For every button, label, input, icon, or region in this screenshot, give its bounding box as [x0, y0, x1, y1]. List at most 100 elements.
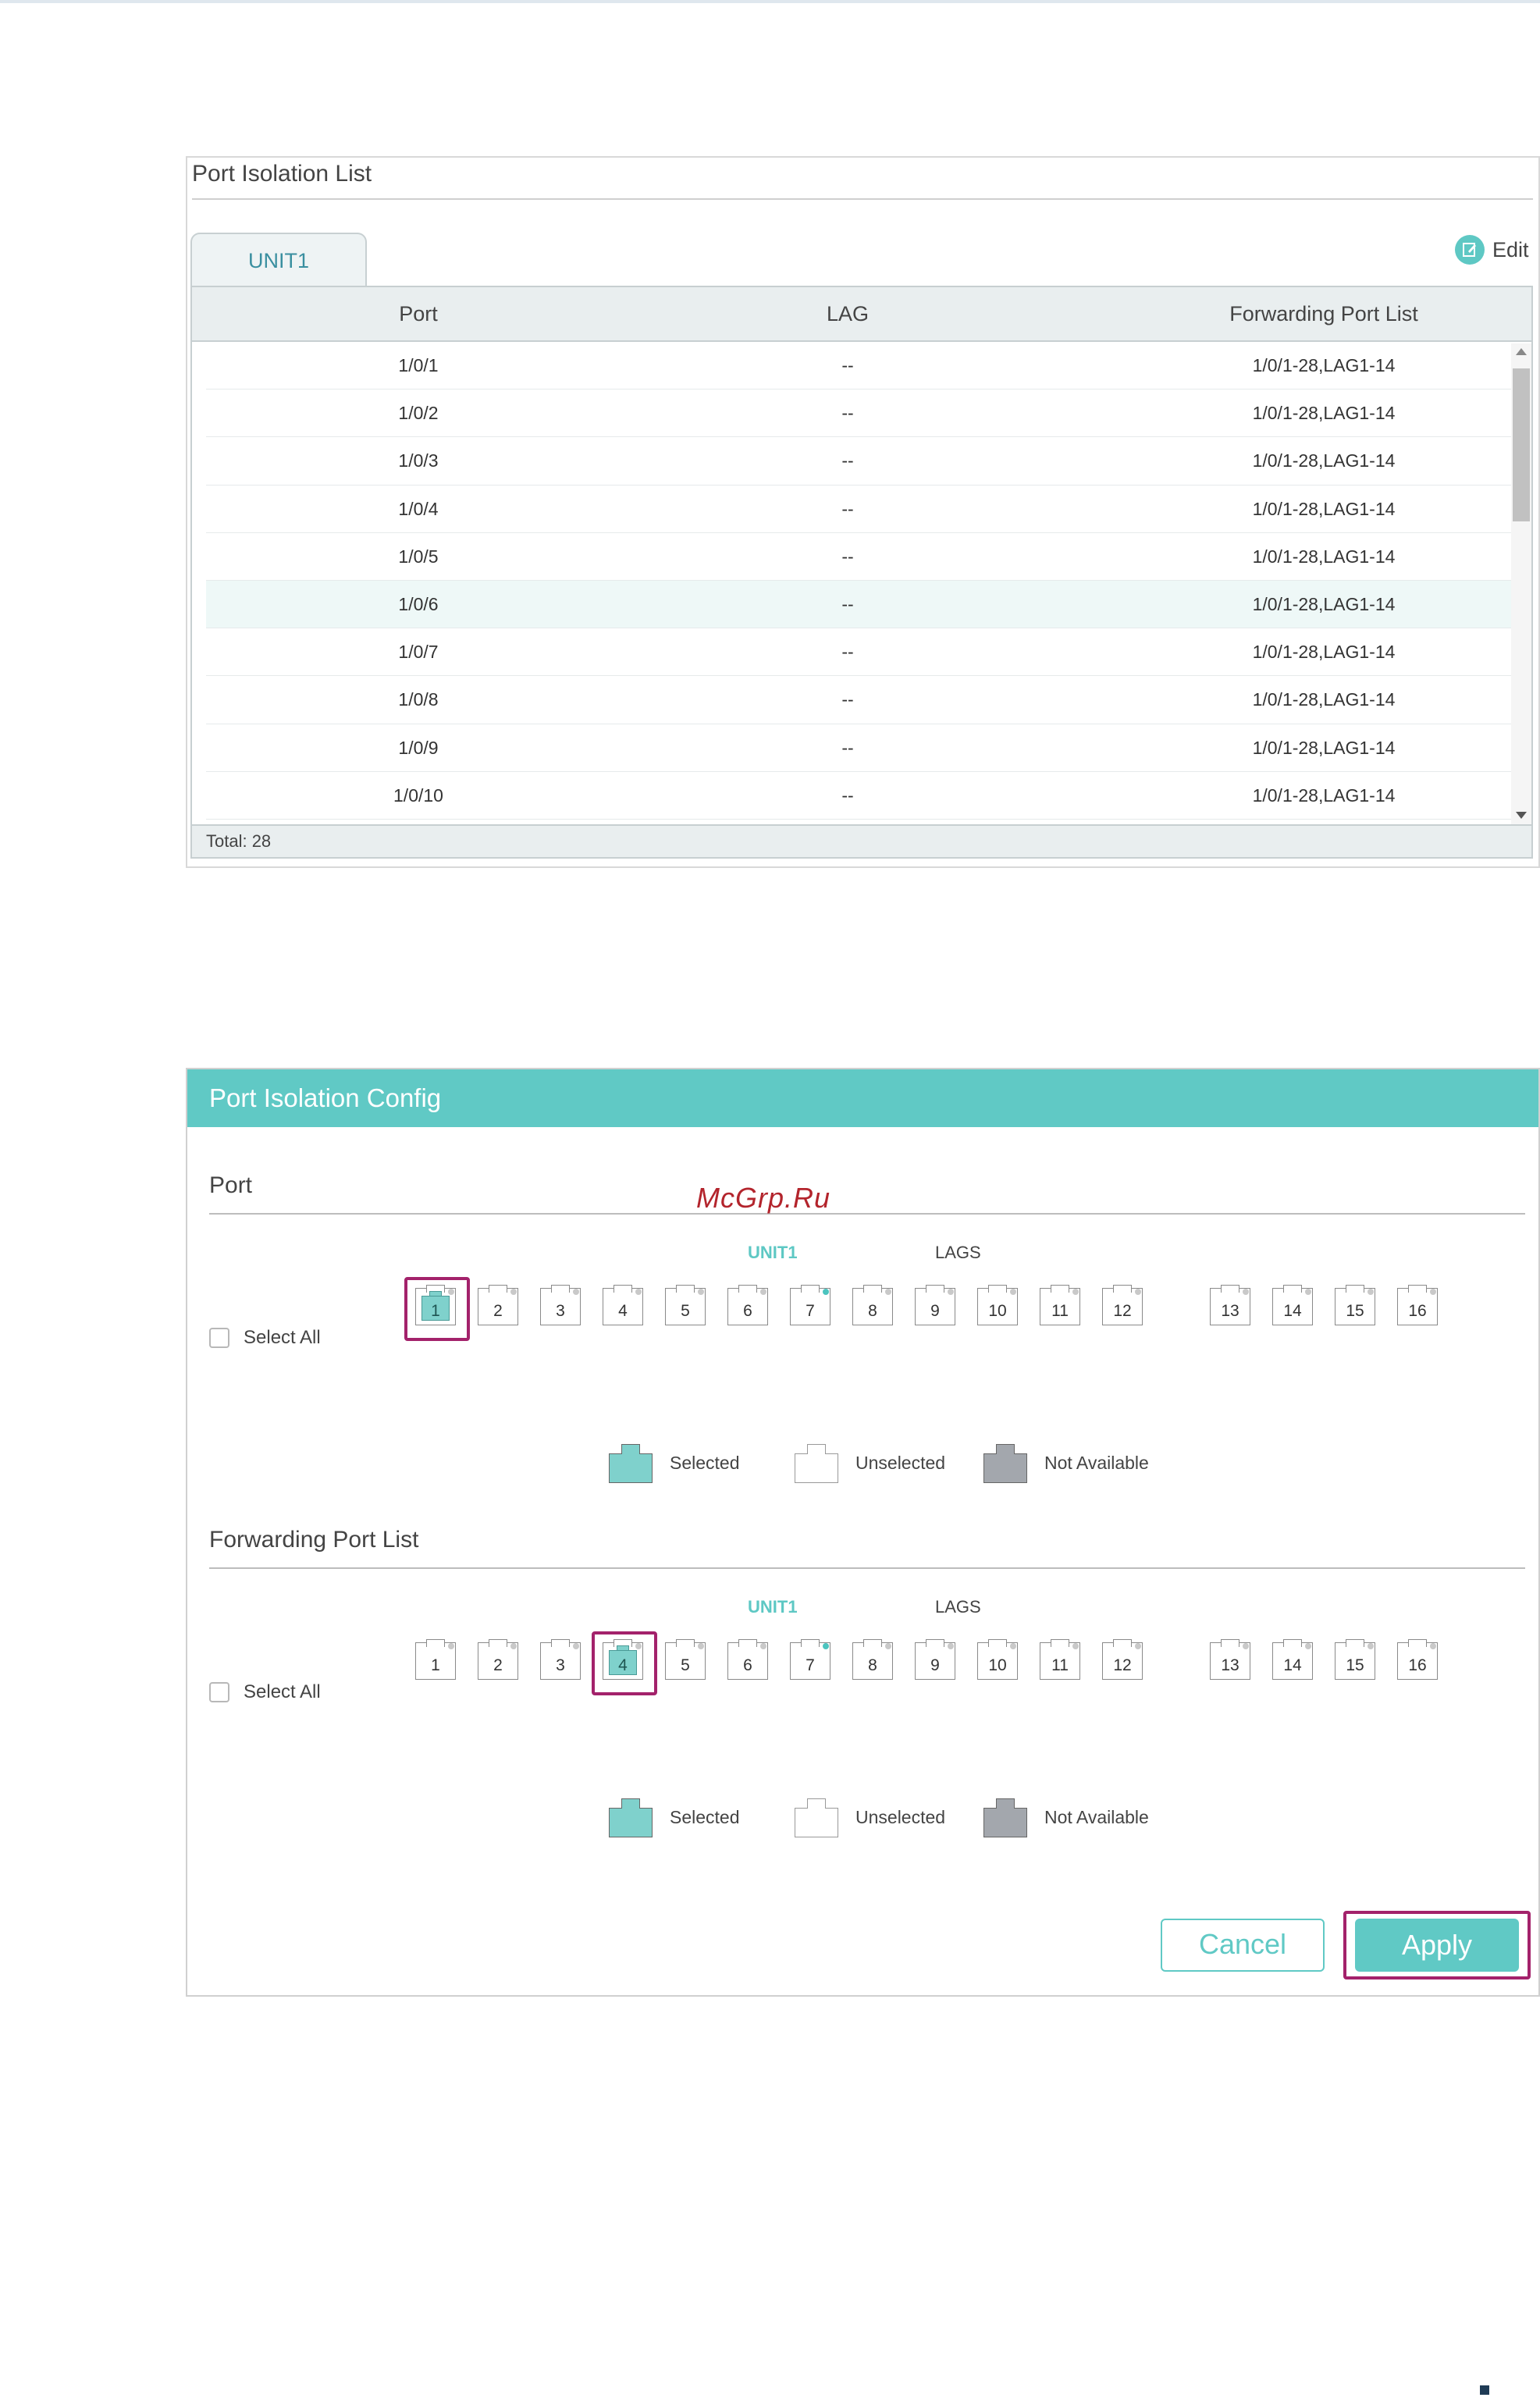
table-row[interactable]: 1/0/3 -- 1/0/1-28,LAG1-14: [206, 437, 1517, 486]
port-port-2[interactable]: 2: [475, 1285, 521, 1329]
scrollbar-thumb[interactable]: [1513, 368, 1530, 521]
unselected-port-icon: [793, 1441, 840, 1485]
port-select-all-checkbox[interactable]: [209, 1328, 229, 1348]
port-status-dot-icon: [1135, 1643, 1141, 1649]
port-number: 11: [1051, 1656, 1069, 1674]
port-status-dot-icon: [760, 1289, 766, 1295]
forwarding-port-15[interactable]: 15: [1332, 1639, 1378, 1683]
table-row[interactable]: 1/0/4 -- 1/0/1-28,LAG1-14: [206, 486, 1517, 533]
port-select-all[interactable]: Select All: [209, 1327, 321, 1349]
forwarding-port-3[interactable]: 3: [537, 1639, 584, 1683]
forwarding-select-all[interactable]: Select All: [209, 1681, 321, 1703]
cell-lag: --: [841, 355, 854, 375]
cell-lag: --: [841, 689, 854, 710]
port-number: 13: [1221, 1656, 1239, 1674]
table-row[interactable]: 1/0/7 -- 1/0/1-28,LAG1-14: [206, 628, 1517, 677]
column-header-forwarding-port-list[interactable]: Forwarding Port List: [1160, 287, 1488, 340]
port-port-16[interactable]: 16: [1394, 1285, 1441, 1329]
port-status-dot-icon: [698, 1643, 704, 1649]
forwarding-lags-label: LAGS: [935, 1597, 981, 1617]
port-port-9[interactable]: 9: [912, 1285, 958, 1329]
forwarding-port-7[interactable]: 7: [787, 1639, 834, 1683]
forwarding-port-16[interactable]: 16: [1394, 1639, 1441, 1683]
port-status-dot-icon: [760, 1643, 766, 1649]
table-row[interactable]: 1/0/2 -- 1/0/1-28,LAG1-14: [206, 389, 1517, 438]
forwarding-port-14[interactable]: 14: [1269, 1639, 1316, 1683]
forwarding-port-2[interactable]: 2: [475, 1639, 521, 1683]
cancel-button[interactable]: Cancel: [1161, 1919, 1325, 1972]
forwarding-section-divider: [209, 1567, 1525, 1569]
column-header-port[interactable]: Port: [348, 287, 489, 340]
scroll-down-arrow-icon[interactable]: [1516, 812, 1527, 819]
cell-port: 1/0/3: [398, 450, 439, 471]
legend-selected: Selected: [607, 1441, 740, 1485]
edit-button[interactable]: Edit: [1455, 234, 1529, 265]
list-panel-title: Port Isolation List: [192, 161, 372, 187]
forwarding-port-1[interactable]: 1: [412, 1639, 459, 1683]
top-divider: [0, 0, 1540, 3]
column-header-lag[interactable]: LAG: [777, 287, 918, 340]
cell-port: 1/0/7: [398, 642, 439, 663]
legend-selected-label: Selected: [670, 1452, 740, 1473]
port-number: 12: [1113, 1656, 1132, 1674]
port-number: 6: [743, 1656, 752, 1674]
table-row[interactable]: 1/0/5 -- 1/0/1-28,LAG1-14: [206, 533, 1517, 581]
cell-port: 1/0/1: [398, 355, 439, 375]
port-port-10[interactable]: 10: [974, 1285, 1021, 1329]
port-status-dot-icon: [1243, 1289, 1249, 1295]
port-port-7[interactable]: 7: [787, 1285, 834, 1329]
page-corner-mark: [1480, 2385, 1489, 2395]
forwarding-select-all-checkbox[interactable]: [209, 1682, 229, 1702]
port-status-dot-icon: [1368, 1289, 1374, 1295]
apply-button[interactable]: Apply: [1355, 1919, 1519, 1972]
forwarding-unit-label: UNIT1: [748, 1597, 798, 1617]
table-row[interactable]: 1/0/8 -- 1/0/1-28,LAG1-14: [206, 676, 1517, 724]
config-panel-header: Port Isolation Config: [187, 1069, 1538, 1127]
port-number: 8: [868, 1656, 877, 1674]
cell-lag: --: [841, 546, 854, 567]
forwarding-port-9[interactable]: 9: [912, 1639, 958, 1683]
table-row[interactable]: 1/0/6 -- 1/0/1-28,LAG1-14: [206, 580, 1517, 629]
port-status-dot-icon: [1305, 1289, 1311, 1295]
forwarding-port-12[interactable]: 12: [1099, 1639, 1146, 1683]
table-row[interactable]: 1/0/9 -- 1/0/1-28,LAG1-14: [206, 724, 1517, 772]
forwarding-port-11[interactable]: 11: [1037, 1639, 1083, 1683]
port-isolation-list-panel: Port Isolation List UNIT1 Edit Port LAG …: [186, 156, 1540, 868]
port-port-3[interactable]: 3: [537, 1285, 584, 1329]
cell-lag: --: [841, 403, 854, 424]
table-scrollbar[interactable]: [1511, 343, 1531, 824]
port-port-13[interactable]: 13: [1207, 1285, 1254, 1329]
forwarding-port-13[interactable]: 13: [1207, 1639, 1254, 1683]
port-port-4[interactable]: 4: [599, 1285, 646, 1329]
table-row[interactable]: 1/0/1 -- 1/0/1-28,LAG1-14: [206, 342, 1517, 390]
table-body: 1/0/1 -- 1/0/1-28,LAG1-14 1/0/2 -- 1/0/1-28,L…: [206, 342, 1517, 820]
scroll-up-arrow-icon[interactable]: [1516, 348, 1527, 355]
port-port-6[interactable]: 6: [724, 1285, 771, 1329]
port-port-11[interactable]: 11: [1037, 1285, 1083, 1329]
forwarding-port-5[interactable]: 5: [662, 1639, 709, 1683]
port-port-12[interactable]: 12: [1099, 1285, 1146, 1329]
port-number: 2: [493, 1302, 503, 1320]
port-number: 5: [681, 1656, 690, 1674]
port-status-dot-icon: [1072, 1289, 1079, 1295]
forwarding-port-10[interactable]: 10: [974, 1639, 1021, 1683]
port-number: 10: [988, 1656, 1007, 1674]
port-number: 7: [806, 1656, 815, 1674]
forwarding-port-6[interactable]: 6: [724, 1639, 771, 1683]
port-number: 5: [681, 1302, 690, 1320]
port-status-dot-icon: [510, 1643, 517, 1649]
port-number: 9: [930, 1302, 940, 1320]
port-port-14[interactable]: 14: [1269, 1285, 1316, 1329]
table-row[interactable]: 1/0/10 -- 1/0/1-28,LAG1-14: [206, 772, 1517, 820]
legend-not-available: Not Available: [982, 1795, 1149, 1839]
port-port-15[interactable]: 15: [1332, 1285, 1378, 1329]
tab-unit1[interactable]: UNIT1: [190, 233, 367, 289]
title-divider: [192, 198, 1533, 200]
port-number: 14: [1283, 1656, 1302, 1674]
port-1-highlight: [404, 1277, 470, 1341]
port-port-8[interactable]: 8: [849, 1285, 896, 1329]
cell-forwarding-port-list: 1/0/1-28,LAG1-14: [1252, 689, 1396, 710]
forwarding-port-8[interactable]: 8: [849, 1639, 896, 1683]
config-panel-title: Port Isolation Config: [209, 1083, 442, 1112]
port-port-5[interactable]: 5: [662, 1285, 709, 1329]
